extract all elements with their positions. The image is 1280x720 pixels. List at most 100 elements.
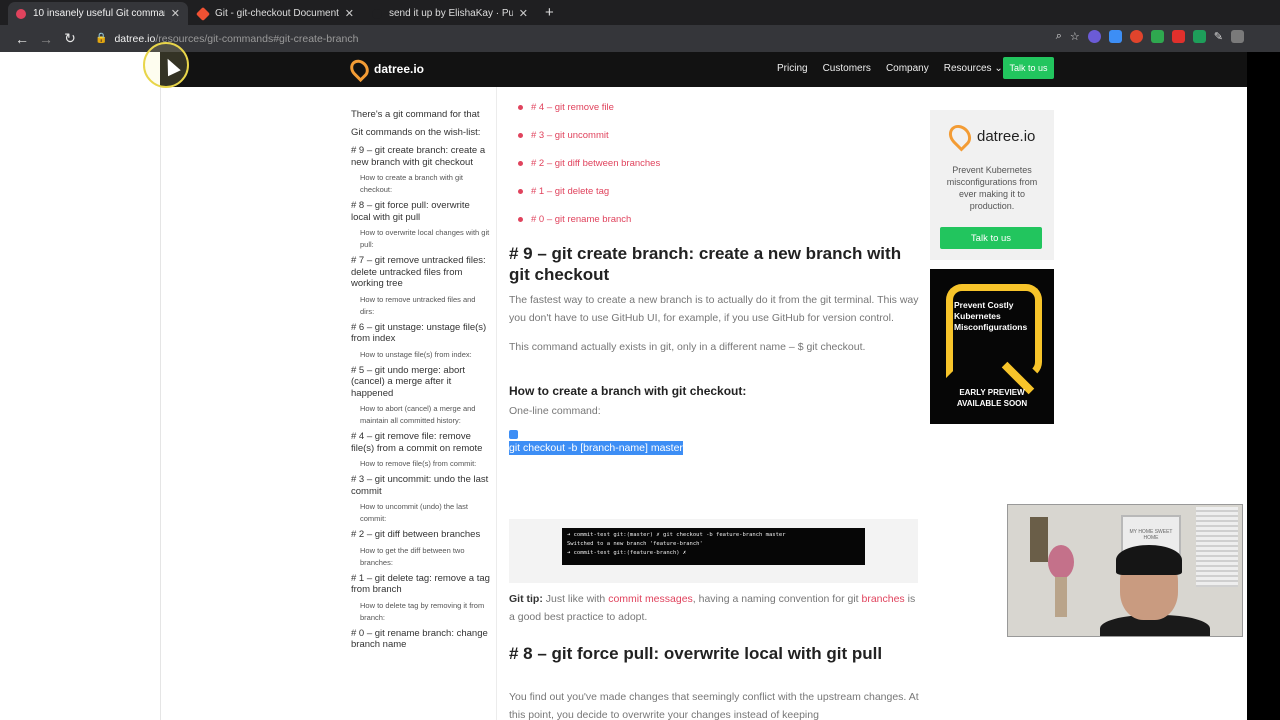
datree-logo-icon (944, 120, 976, 152)
ad-logo: datree.io (944, 120, 1035, 152)
code-selection[interactable]: git checkout -b [branch-name] master (509, 441, 683, 455)
toc-sub-5[interactable]: How to abort (cancel) a merge and mainta… (351, 403, 491, 427)
nav-resources[interactable]: Resources ⌄ (944, 63, 1003, 74)
terminal-screenshot: ➜ commit-test git:(master) ✗ git checkou… (562, 528, 865, 565)
toc-sub-7[interactable]: How to remove untracked files and dirs: (351, 294, 491, 318)
star-icon[interactable]: ☆ (1070, 30, 1080, 43)
toc-intro[interactable]: There's a git command for that (351, 109, 491, 121)
section-heading-8: # 8 – git force pull: overwrite local wi… (509, 644, 883, 663)
wall-art (1030, 517, 1048, 562)
extension-red-icon[interactable] (1129, 30, 1143, 43)
toc-item-5[interactable]: # 5 – git undo merge: abort (cancel) a m… (351, 365, 491, 400)
toc-sub-3[interactable]: How to uncommit (undo) the last commit: (351, 501, 491, 525)
commit-messages-link[interactable]: commit messages (608, 593, 693, 605)
paragraph-1: The fastest way to create a new branch i… (509, 294, 919, 324)
terminal-line: ➜ commit-test git:(master) ✗ git checkou… (567, 532, 786, 538)
close-icon[interactable]: ✕ (345, 7, 354, 20)
reload-icon[interactable]: ↻ (58, 30, 82, 47)
terminal-line: Switched to a new branch 'feature-branch… (567, 541, 703, 547)
terminal-line: ➜ commit-test git:(feature-branch) ✗ (567, 550, 687, 556)
extension-green-icon[interactable] (1150, 30, 1164, 43)
link-item[interactable]: # 4 – git remove file (509, 102, 919, 113)
browser-toolbar: ← → ↻ 🔒 datree.io /resources/git-command… (0, 25, 1280, 52)
translate-popup-icon[interactable] (509, 430, 518, 439)
extension-icons: ⌕ ☆ ✎ (1056, 30, 1244, 43)
toc-item-2[interactable]: # 2 – git diff between branches (351, 529, 491, 541)
ad-black-title: Prevent Costly Kubernetes Misconfigurati… (954, 300, 1028, 332)
tip-text: Just like with (542, 593, 609, 605)
toc-item-6[interactable]: # 6 – git unstage: unstage file(s) from … (351, 322, 491, 345)
url-host: datree.io (114, 32, 156, 45)
available-soon-text: AVAILABLE SOON (956, 399, 1028, 408)
nav-customers[interactable]: Customers (823, 63, 871, 74)
new-tab-button[interactable]: + (545, 4, 554, 21)
tab-favicon-icon (16, 8, 26, 19)
table-of-contents: There's a git command for that Git comma… (351, 109, 491, 655)
branches-link[interactable]: branches (861, 593, 904, 605)
tab-2[interactable]: Git - git-checkout Documentation ✕ (190, 2, 362, 25)
browser-tab-strip: 10 insanely useful Git commands ✕ Git - … (0, 0, 1280, 25)
toc-item-7[interactable]: # 7 – git remove untracked files: delete… (351, 255, 491, 290)
toc-item-0[interactable]: # 0 – git rename branch: change branch n… (351, 628, 491, 651)
right-dark-edge (1247, 52, 1280, 720)
link-item[interactable]: # 0 – git rename branch (509, 214, 919, 225)
lock-icon: 🔒 (95, 33, 108, 44)
logo-text: datree.io (374, 62, 425, 76)
url-path: /resources/git-commands#git-create-branc… (155, 32, 359, 45)
toc-item-8[interactable]: # 8 – git force pull: overwrite local wi… (351, 200, 491, 223)
extension-youtube-icon[interactable] (1171, 30, 1185, 43)
datree-ad-card: datree.io Prevent Kubernetes misconfigur… (930, 110, 1054, 260)
toc-item-9[interactable]: # 9 – git create branch: create a new br… (351, 145, 491, 168)
tip-text: , having a naming convention for git (692, 593, 862, 605)
back-arrow-icon[interactable]: ← (10, 31, 34, 47)
zoom-icon[interactable]: ⌕ (1056, 30, 1062, 43)
git-favicon-icon (195, 6, 211, 21)
ad-black-footer: EARLY PREVIEW AVAILABLE SOON (930, 387, 1054, 409)
early-preview-text: EARLY PREVIEW (959, 388, 1025, 397)
ad-talk-button[interactable]: Talk to us (940, 227, 1042, 249)
toc-sub-9[interactable]: How to create a branch with git checkout… (351, 172, 491, 196)
vase (1055, 577, 1067, 617)
toc-item-1[interactable]: # 1 – git delete tag: remove a tag from … (351, 573, 491, 596)
left-margin (0, 52, 160, 720)
tab-3[interactable]: send it up by ElishaKay · Pull Req ✕ (364, 2, 536, 25)
toc-sub-2[interactable]: How to get the diff between two branches… (351, 545, 491, 569)
early-preview-ad[interactable]: Prevent Costly Kubernetes Misconfigurati… (930, 269, 1054, 424)
extension-sheet-icon[interactable] (1192, 30, 1206, 43)
close-icon[interactable]: ✕ (171, 7, 180, 20)
flowers (1048, 545, 1074, 579)
link-item[interactable]: # 1 – git delete tag (509, 186, 919, 197)
link-item[interactable]: # 3 – git uncommit (509, 130, 919, 141)
link-item[interactable]: # 2 – git diff between branches (509, 158, 919, 169)
one-line-label: One-line command: (509, 405, 601, 417)
toc-sub-1[interactable]: How to delete tag by removing it from br… (351, 600, 491, 624)
git-tip: Git tip: Just like with commit messages,… (509, 590, 919, 626)
talk-to-us-button[interactable]: Talk to us (1003, 57, 1054, 79)
toc-sub-8[interactable]: How to overwrite local changes with git … (351, 227, 491, 251)
tab-title: 10 insanely useful Git commands (33, 8, 165, 19)
toc-item-4[interactable]: # 4 – git remove file: remove file(s) fr… (351, 431, 491, 454)
toc-item-3[interactable]: # 3 – git uncommit: undo the last commit (351, 474, 491, 497)
webcam-overlay: MY HOME SWEET HOME (1007, 504, 1243, 637)
toc-wishlist[interactable]: Git commands on the wish-list: (351, 127, 491, 139)
translate-icon[interactable] (1108, 30, 1122, 43)
window-blinds (1196, 507, 1238, 587)
toc-sub-4[interactable]: How to remove file(s) from commit: (351, 458, 491, 470)
extension-gear-icon[interactable] (1087, 30, 1101, 43)
sign-text: MY HOME SWEET HOME (1129, 529, 1173, 541)
nav-company[interactable]: Company (886, 63, 929, 74)
page: datree.io Pricing Customers Company Reso… (0, 52, 1280, 720)
edit-icon[interactable]: ✎ (1214, 30, 1223, 43)
toc-sub-6[interactable]: How to unstage file(s) from index: (351, 349, 491, 361)
site-nav: Pricing Customers Company Resources ⌄ (777, 63, 1003, 74)
profile-icon[interactable] (1231, 30, 1244, 43)
article: # 4 – git remove file # 3 – git uncommit… (509, 102, 919, 456)
tab-1[interactable]: 10 insanely useful Git commands ✕ (8, 2, 188, 25)
datree-logo-icon (346, 55, 373, 83)
close-icon[interactable]: ✕ (519, 7, 528, 20)
tab-title: Git - git-checkout Documentation (215, 8, 339, 19)
site-logo[interactable]: datree.io (346, 55, 425, 83)
forward-arrow-icon[interactable]: → (34, 31, 58, 47)
wishlist-links: # 4 – git remove file # 3 – git uncommit… (509, 102, 919, 225)
nav-pricing[interactable]: Pricing (777, 63, 808, 74)
